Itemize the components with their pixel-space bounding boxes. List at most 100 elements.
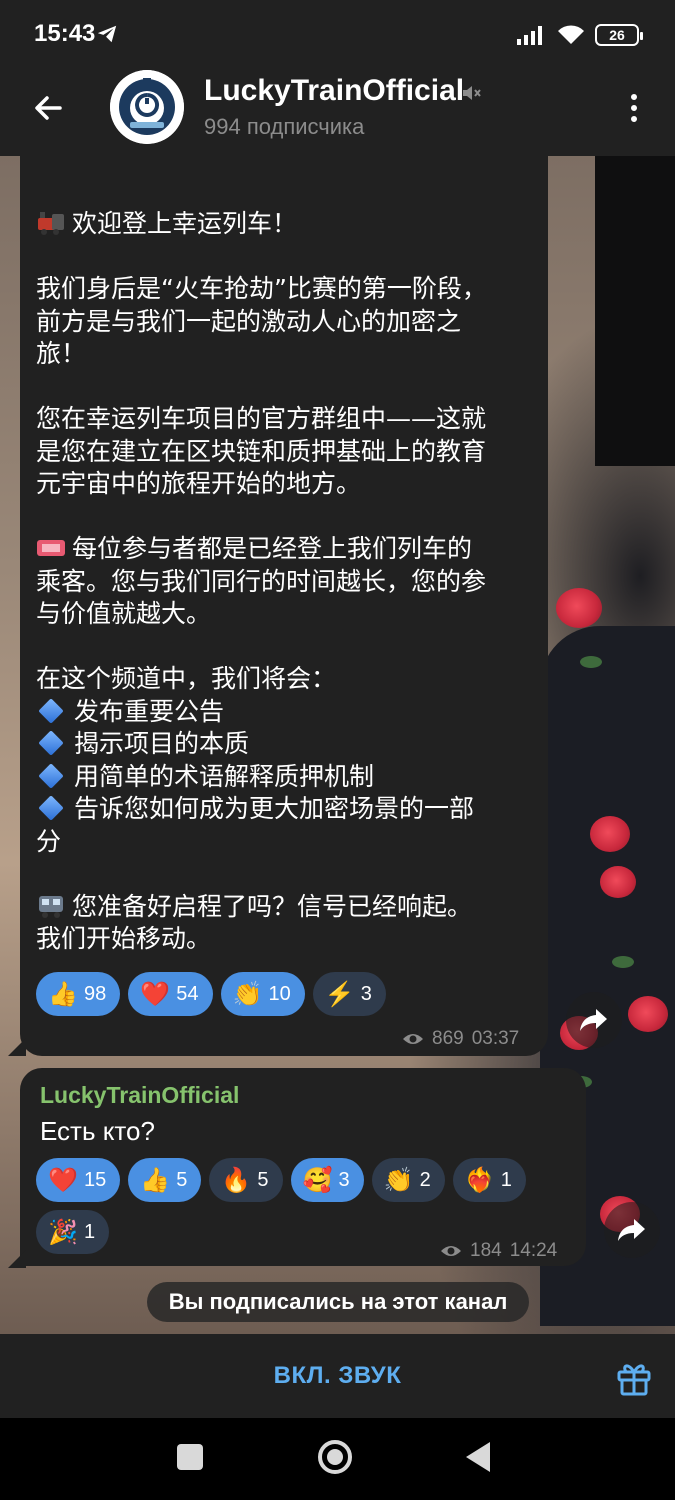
- msg-line: 旅！: [36, 339, 87, 368]
- msg-line: 前方是与我们一起的激动人心的加密之: [36, 306, 462, 336]
- reaction-list: 👍 98 ❤️ 54 👏 10 ⚡ 3: [36, 972, 386, 1016]
- msg-line: 您准备好启程了吗？信号已经响起。: [72, 891, 473, 921]
- reaction-count: 15: [84, 1168, 107, 1191]
- gift-icon[interactable]: [614, 1358, 654, 1398]
- views-eye-icon: [441, 1246, 461, 1256]
- msg-line: 揭示项目的本质: [74, 729, 250, 758]
- msg-line: 与价值就越大。: [36, 599, 212, 628]
- blue-diamond-icon: [38, 697, 64, 724]
- more-vert-icon[interactable]: [620, 88, 648, 128]
- reaction-emoji: ❤️: [140, 980, 171, 1008]
- wallpaper-leaf: [612, 956, 634, 968]
- message-meta: 869 03:37: [402, 1028, 519, 1050]
- bottom-bar: ВКЛ. ЗВУК: [0, 1334, 675, 1418]
- message-text: 欢迎登上幸运列车！ 我们身后是“火车抢劫”比赛的第一阶段， 前方是与我们一起的激…: [36, 208, 536, 956]
- msg-line: 告诉您如何成为更大加密场景的一部: [74, 794, 475, 823]
- msg-line: 我们身后是“火车抢劫”比赛的第一阶段，: [36, 274, 487, 303]
- status-bar: 15:43 26: [0, 0, 675, 66]
- subscriber-count: 994 подписчика: [204, 114, 365, 139]
- reaction-emoji: ❤️‍🔥: [464, 1166, 495, 1194]
- reaction-chip[interactable]: 👍 98: [36, 972, 121, 1016]
- ticket-emoji-icon: [37, 540, 65, 556]
- msg-line: 乘客。您与我们同行的时间越长，您的参: [36, 566, 487, 596]
- battery-level: 26: [609, 27, 625, 43]
- reaction-count: 10: [268, 982, 291, 1005]
- share-button[interactable]: [566, 992, 622, 1048]
- reaction-count: 98: [84, 982, 107, 1005]
- train-logo-icon: [110, 70, 184, 144]
- reaction-chip[interactable]: 🔥 5: [209, 1158, 283, 1202]
- reaction-count: 5: [176, 1168, 188, 1191]
- muted-speaker-icon: [463, 86, 481, 100]
- blue-diamond-icon: [38, 730, 64, 756]
- reaction-chip[interactable]: ❤️ 15: [36, 1158, 121, 1202]
- status-time: 15:43: [34, 20, 96, 47]
- chat-header: LuckyTrainOfficial 994 подписчика: [0, 66, 675, 156]
- msg-line: 每位参与者都是已经登上我们列车的: [72, 534, 473, 563]
- reaction-emoji: ⚡: [324, 980, 355, 1008]
- view-count: 869: [432, 1028, 464, 1049]
- home-button[interactable]: [318, 1440, 352, 1474]
- share-button[interactable]: [604, 1202, 660, 1258]
- reaction-count: 5: [257, 1168, 269, 1191]
- wallpaper-leaf: [580, 656, 602, 668]
- reaction-count: 1: [500, 1168, 512, 1191]
- reaction-chip[interactable]: 🎉 1: [36, 1210, 110, 1254]
- unmute-button[interactable]: ВКЛ. ЗВУК: [0, 1334, 675, 1418]
- reaction-count: 2: [419, 1168, 431, 1191]
- reaction-emoji: 👍: [48, 980, 78, 1008]
- reaction-emoji: 🎉: [48, 1218, 78, 1246]
- system-nav-bar: [0, 1418, 675, 1500]
- railway-car-emoji-icon: [39, 895, 63, 918]
- views-eye-icon: [403, 1034, 423, 1044]
- reaction-emoji: 🔥: [221, 1166, 252, 1194]
- channel-avatar[interactable]: [110, 70, 184, 144]
- message-text: Есть кто?: [40, 1116, 155, 1146]
- msg-line: 在这个频道中，我们将会：: [36, 664, 337, 693]
- view-count: 184: [470, 1240, 502, 1261]
- blue-diamond-icon: [38, 795, 64, 821]
- msg-line: 发布重要公告: [74, 696, 225, 726]
- blue-diamond-icon: [38, 762, 64, 789]
- msg-line: 分: [36, 826, 62, 856]
- telegram-send-icon: [97, 25, 117, 43]
- reaction-chip[interactable]: ⚡ 3: [312, 972, 386, 1016]
- reaction-chip[interactable]: 👏 2: [371, 1158, 445, 1202]
- share-arrow-icon: [580, 1009, 607, 1031]
- reaction-emoji: 👍: [140, 1166, 171, 1194]
- back-arrow-icon[interactable]: [28, 88, 68, 128]
- wifi-icon: [558, 25, 584, 44]
- battery-icon: 26: [595, 24, 643, 46]
- reaction-count: 3: [338, 1168, 350, 1191]
- wallpaper-flower: [590, 816, 630, 852]
- reaction-count: 1: [84, 1220, 96, 1243]
- locomotive-emoji-icon: [38, 212, 64, 235]
- share-arrow-icon: [618, 1219, 645, 1241]
- reaction-count: 54: [176, 982, 199, 1005]
- msg-line: 是您在建立在区块链和质押基础上的教育: [36, 436, 487, 466]
- reaction-chip[interactable]: 👏 10: [220, 972, 305, 1016]
- sender-name[interactable]: LuckyTrainOfficial: [40, 1082, 239, 1109]
- reaction-emoji: 👏: [383, 1166, 414, 1194]
- status-icons: 26: [517, 22, 643, 48]
- msg-line: 我们开始移动。: [36, 924, 212, 953]
- reaction-emoji: 🥰: [302, 1166, 333, 1194]
- reaction-chip[interactable]: ❤️ 54: [128, 972, 213, 1016]
- reaction-emoji: ❤️: [48, 1166, 78, 1194]
- system-back-button[interactable]: [466, 1442, 490, 1472]
- msg-line: 欢迎登上幸运列车！: [72, 209, 298, 238]
- channel-title: LuckyTrainOfficial: [204, 74, 465, 107]
- message-meta: 184 14:24: [440, 1240, 557, 1262]
- reaction-chip[interactable]: 👍 5: [128, 1158, 202, 1202]
- reaction-chip[interactable]: ❤️‍🔥 1: [452, 1158, 526, 1202]
- reaction-count: 3: [360, 982, 372, 1005]
- wallpaper-window: [595, 156, 675, 466]
- wallpaper-flower: [556, 588, 602, 628]
- signal-icon: [517, 26, 542, 45]
- recents-button[interactable]: [177, 1444, 203, 1470]
- reaction-emoji: 👏: [232, 980, 263, 1008]
- msg-line: 用简单的术语解释质押机制: [74, 761, 375, 791]
- wallpaper-flower: [628, 996, 668, 1032]
- service-message: Вы подписались на этот канал: [147, 1282, 529, 1322]
- reaction-chip[interactable]: 🥰 3: [290, 1158, 364, 1202]
